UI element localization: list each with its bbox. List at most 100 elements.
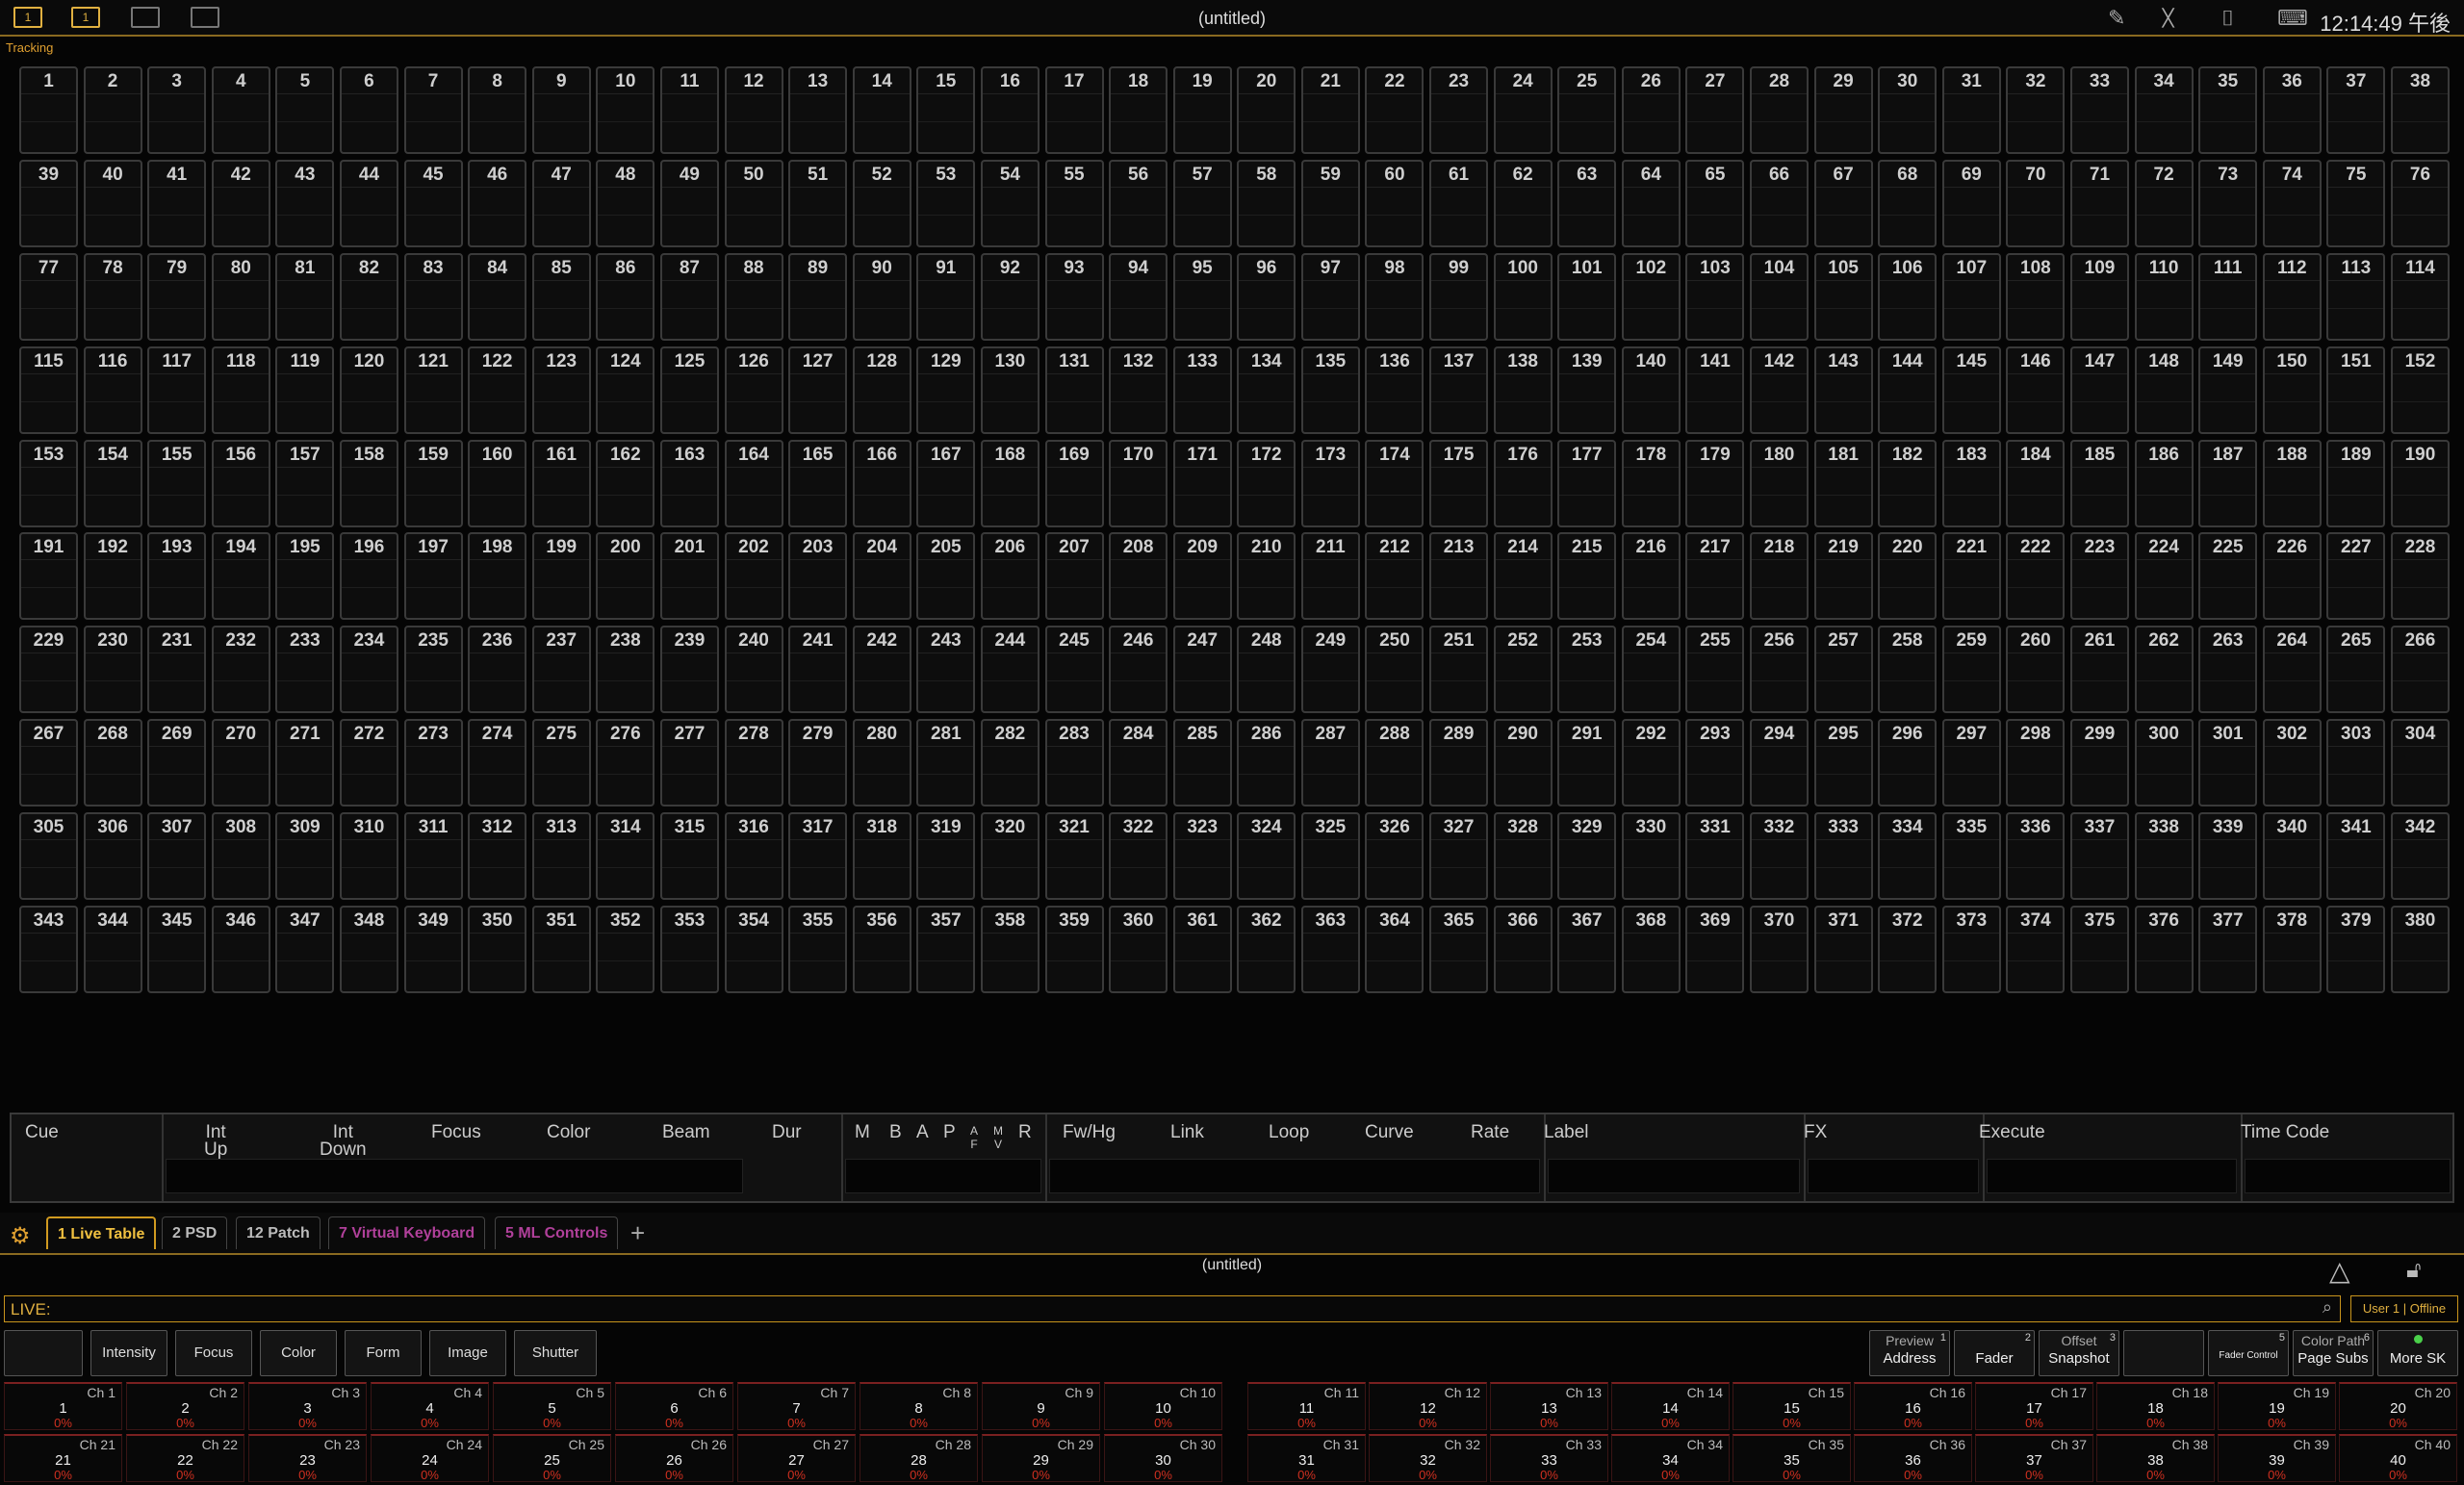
channel-cell[interactable]: 76	[2390, 159, 2450, 247]
channel-cell[interactable]: 339	[2198, 812, 2258, 901]
channel-cell[interactable]: 59	[1300, 159, 1360, 247]
channel-cell[interactable]: 65	[1685, 159, 1745, 247]
channel-cell[interactable]: 72	[2134, 159, 2194, 247]
channel-cell[interactable]: 245	[1044, 626, 1104, 714]
channel-cell[interactable]: 293	[1685, 719, 1745, 807]
channel-cell[interactable]: 109	[2070, 252, 2129, 341]
channel-cell[interactable]: 114	[2390, 252, 2450, 341]
channel-cell[interactable]: 264	[2262, 626, 2322, 714]
channel-cell[interactable]: 269	[147, 719, 207, 807]
channel-cell[interactable]: 222	[2006, 532, 2066, 621]
channel-cell[interactable]: 262	[2134, 626, 2194, 714]
channel-cell[interactable]: 60	[1365, 159, 1424, 247]
channel-cell[interactable]: 99	[1429, 252, 1489, 341]
channel-cell[interactable]: 183	[1941, 439, 2001, 527]
channel-cell[interactable]: 22	[1365, 66, 1424, 154]
channel-cell[interactable]: 170	[1109, 439, 1168, 527]
channel-cell[interactable]: 163	[659, 439, 719, 527]
channel-cell[interactable]: 246	[1109, 626, 1168, 714]
channel-cell[interactable]: 52	[852, 159, 911, 247]
channel-cell[interactable]: 302	[2262, 719, 2322, 807]
fader-ch-8[interactable]: Ch 8 8 0%	[860, 1382, 978, 1430]
command-line[interactable]: LIVE: ⌕	[4, 1295, 2341, 1322]
channel-cell[interactable]: 87	[659, 252, 719, 341]
channel-cell[interactable]: 34	[2134, 66, 2194, 154]
channel-cell[interactable]: 350	[468, 906, 527, 994]
channel-cell[interactable]: 90	[852, 252, 911, 341]
channel-cell[interactable]: 369	[1685, 906, 1745, 994]
channel-cell[interactable]: 275	[531, 719, 591, 807]
channel-cell[interactable]: 111	[2198, 252, 2258, 341]
channel-cell[interactable]: 312	[468, 812, 527, 901]
channel-cell[interactable]: 133	[1172, 346, 1232, 434]
fader-ch-37[interactable]: Ch 37 37 0%	[1975, 1434, 2093, 1482]
fader-ch-34[interactable]: Ch 34 34 0%	[1611, 1434, 1730, 1482]
channel-cell[interactable]: 371	[1813, 906, 1873, 994]
channel-cell[interactable]: 106	[1878, 252, 1938, 341]
channel-cell[interactable]: 331	[1685, 812, 1745, 901]
channel-cell[interactable]: 315	[659, 812, 719, 901]
channel-cell[interactable]: 131	[1044, 346, 1104, 434]
channel-cell[interactable]: 340	[2262, 812, 2322, 901]
channel-cell[interactable]: 12	[724, 66, 783, 154]
channel-cell[interactable]: 305	[19, 812, 78, 901]
channel-cell[interactable]: 363	[1300, 906, 1360, 994]
user-status[interactable]: User 1 | Offline	[2350, 1295, 2458, 1322]
channel-cell[interactable]: 213	[1429, 532, 1489, 621]
channel-cell[interactable]: 278	[724, 719, 783, 807]
channel-cell[interactable]: 193	[147, 532, 207, 621]
channel-cell[interactable]: 311	[403, 812, 463, 901]
channel-cell[interactable]: 121	[403, 346, 463, 434]
channel-cell[interactable]: 127	[788, 346, 848, 434]
channel-cell[interactable]: 347	[275, 906, 335, 994]
channel-cell[interactable]: 167	[916, 439, 976, 527]
channel-cell[interactable]: 244	[980, 626, 1040, 714]
channel-cell[interactable]: 241	[788, 626, 848, 714]
channel-cell[interactable]: 81	[275, 252, 335, 341]
channel-cell[interactable]: 207	[1044, 532, 1104, 621]
channel-cell[interactable]: 356	[852, 906, 911, 994]
channel-cell[interactable]: 117	[147, 346, 207, 434]
channel-cell[interactable]: 364	[1365, 906, 1424, 994]
channel-cell[interactable]: 221	[1941, 532, 2001, 621]
softkey-image[interactable]: Image	[429, 1330, 506, 1376]
channel-cell[interactable]: 145	[1941, 346, 2001, 434]
channel-cell[interactable]: 3	[147, 66, 207, 154]
channel-cell[interactable]: 152	[2390, 346, 2450, 434]
channel-cell[interactable]: 361	[1172, 906, 1232, 994]
channel-cell[interactable]: 317	[788, 812, 848, 901]
channel-cell[interactable]: 53	[916, 159, 976, 247]
fader-ch-33[interactable]: Ch 33 33 0%	[1490, 1434, 1608, 1482]
channel-cell[interactable]: 67	[1813, 159, 1873, 247]
channel-cell[interactable]: 263	[2198, 626, 2258, 714]
channel-cell[interactable]: 291	[1557, 719, 1617, 807]
channel-cell[interactable]: 58	[1237, 159, 1296, 247]
channel-cell[interactable]: 132	[1109, 346, 1168, 434]
tab-ml-controls[interactable]: 5 ML Controls	[495, 1216, 619, 1249]
channel-cell[interactable]: 268	[83, 719, 142, 807]
channel-cell[interactable]: 126	[724, 346, 783, 434]
channel-cell[interactable]: 50	[724, 159, 783, 247]
fader-ch-7[interactable]: Ch 7 7 0%	[737, 1382, 856, 1430]
channel-cell[interactable]: 230	[83, 626, 142, 714]
channel-cell[interactable]: 198	[468, 532, 527, 621]
fader-ch-27[interactable]: Ch 27 27 0%	[737, 1434, 856, 1482]
channel-cell[interactable]: 229	[19, 626, 78, 714]
channel-cell[interactable]: 200	[596, 532, 655, 621]
channel-cell[interactable]: 112	[2262, 252, 2322, 341]
channel-cell[interactable]: 337	[2070, 812, 2129, 901]
softkey-page-subs[interactable]: 6 Color Path Page Subs	[2293, 1330, 2374, 1376]
channel-cell[interactable]: 327	[1429, 812, 1489, 901]
channel-cell[interactable]: 188	[2262, 439, 2322, 527]
channel-cell[interactable]: 334	[1878, 812, 1938, 901]
channel-cell[interactable]: 368	[1621, 906, 1681, 994]
channel-cell[interactable]: 74	[2262, 159, 2322, 247]
channel-cell[interactable]: 77	[19, 252, 78, 341]
channel-cell[interactable]: 69	[1941, 159, 2001, 247]
channel-cell[interactable]: 36	[2262, 66, 2322, 154]
tab-patch[interactable]: 12 Patch	[236, 1216, 321, 1249]
fader-ch-40[interactable]: Ch 40 40 0%	[2339, 1434, 2457, 1482]
channel-cell[interactable]: 248	[1237, 626, 1296, 714]
channel-cell[interactable]: 79	[147, 252, 207, 341]
channel-cell[interactable]: 86	[596, 252, 655, 341]
